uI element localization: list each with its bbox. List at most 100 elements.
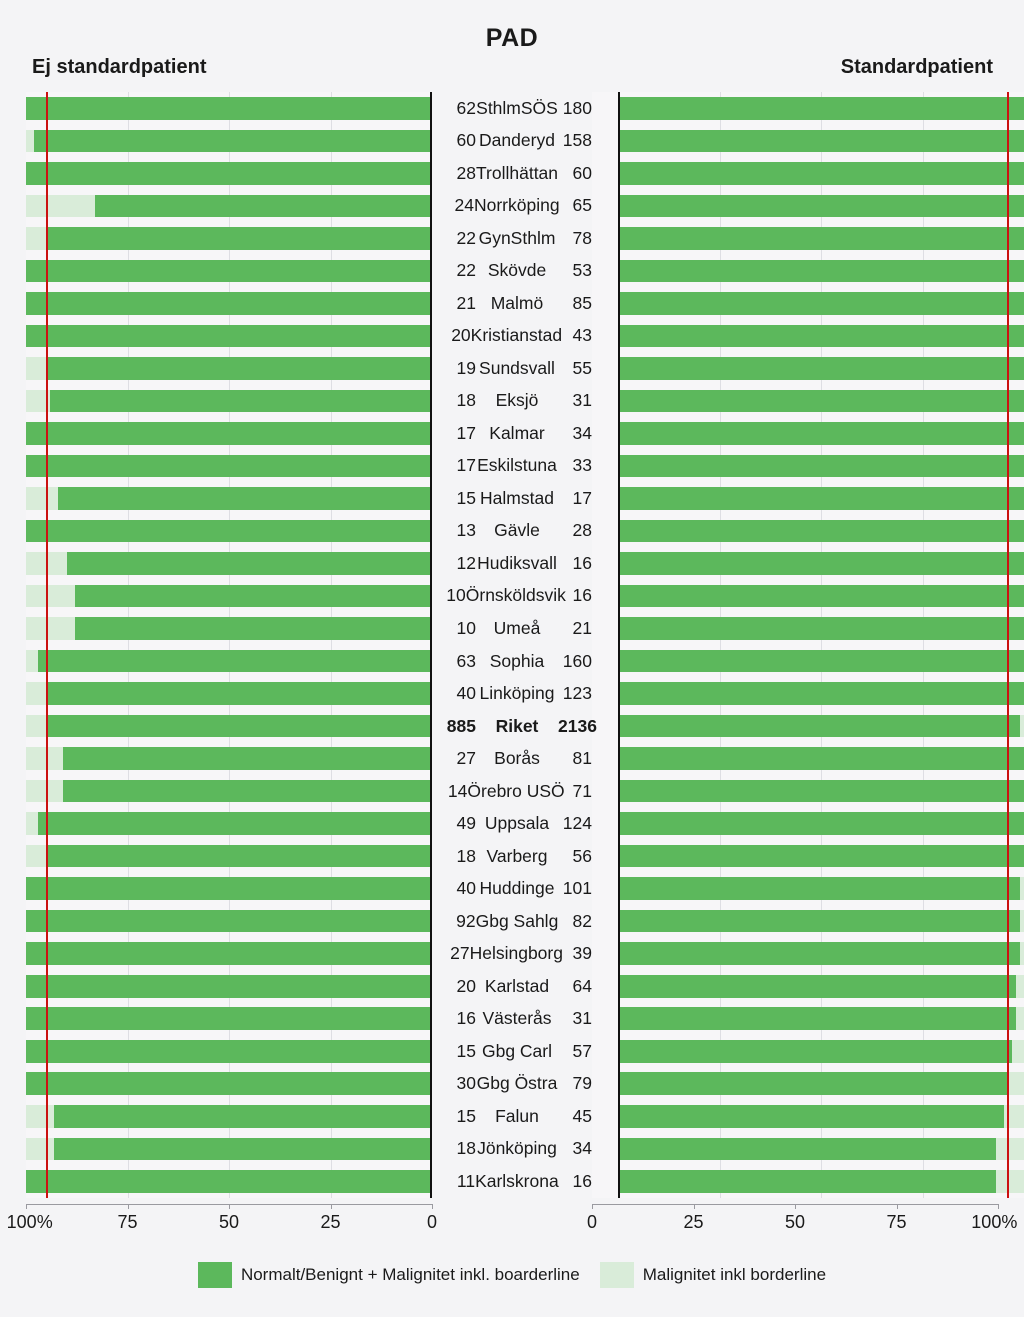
- table-row: 24 Norrköping 65: [0, 189, 1024, 223]
- right-count: 82: [572, 910, 592, 931]
- table-row: 40 Linköping 123: [0, 677, 1024, 710]
- row-name: Norrköping: [473, 195, 560, 216]
- left-bar-cell-malm-: [26, 287, 432, 320]
- reference-line: [1006, 92, 1009, 125]
- axis-border: [430, 904, 432, 938]
- right-bar-cell-falun: [618, 1099, 1024, 1133]
- reference-line: [46, 384, 49, 418]
- left-bar-cell-g-vle: [26, 514, 432, 548]
- reference-line: [1006, 287, 1009, 320]
- axis-border: [618, 1067, 620, 1100]
- bar-segment-normalt-benignt: [38, 649, 432, 673]
- right-bar-cell-link-ping: [618, 677, 1024, 710]
- left-count: 15: [456, 487, 476, 508]
- left-count: 17: [456, 422, 476, 443]
- left-bar-cell-norrk-ping: [26, 189, 432, 223]
- bar-segment-normalt-benignt: [618, 877, 1020, 900]
- reference-line: [46, 677, 49, 710]
- left-bar-cell-karlstad: [26, 969, 432, 1003]
- bar-segment-normalt-benignt: [618, 1007, 1016, 1031]
- reference-line: [46, 709, 49, 743]
- row-labels: 92 Gbg Sahlg 82: [432, 904, 592, 938]
- right-count: 39: [572, 943, 592, 964]
- axis-border: [618, 287, 620, 320]
- left-count: 27: [456, 748, 476, 769]
- row-name: Umeå: [493, 618, 541, 638]
- right-count: 79: [572, 1073, 592, 1094]
- bar-segment-normalt-benignt: [66, 552, 432, 575]
- right-bar-cell-kristianstad: [618, 319, 1024, 353]
- axis-border: [618, 677, 620, 710]
- axis-border: [430, 1099, 432, 1133]
- right-count: 53: [572, 260, 592, 281]
- reference-line: [1006, 1002, 1009, 1035]
- bar-segment-normalt-benignt: [618, 584, 1024, 608]
- reference-line: [1006, 254, 1009, 288]
- left-count: 18: [456, 845, 476, 866]
- bar-segment-normalt-benignt: [26, 1170, 432, 1193]
- axis-tick-label: 100%: [971, 1212, 1018, 1232]
- axis-tick-label: 50: [218, 1212, 240, 1232]
- right-bar-cell-eksj-: [618, 384, 1024, 418]
- left-count: 24: [454, 195, 474, 216]
- axis-border: [430, 774, 432, 808]
- row-labels: 19 Sundsvall 55: [432, 352, 592, 385]
- bar-segment-normalt-benignt: [95, 194, 432, 218]
- table-row: 30 Gbg Östra 79: [0, 1067, 1024, 1100]
- reference-line: [46, 807, 49, 840]
- bar-segment-normalt-benignt: [46, 357, 432, 380]
- left-count: 92: [456, 910, 476, 931]
- reference-line: [1006, 514, 1009, 548]
- right-bar-cell-v-ster-s: [618, 1002, 1024, 1035]
- right-count: 57: [572, 1040, 592, 1061]
- row-name: Hudiksvall: [477, 552, 557, 573]
- row-labels: 63 Sophia 160: [432, 644, 592, 678]
- axis-border: [430, 92, 432, 125]
- reference-line: [46, 189, 49, 223]
- axis-border: [430, 644, 432, 678]
- axis-tick-label: 100%: [6, 1212, 53, 1232]
- reference-line: [46, 92, 49, 125]
- left-bar-cell-riket: [26, 709, 432, 743]
- reference-line: [46, 1034, 49, 1068]
- table-row: 19 Sundsvall 55: [0, 352, 1024, 385]
- legend-label: Normalt/Benignt + Malignitet inkl. board…: [240, 1265, 580, 1284]
- bar-segment-normalt-benignt: [26, 909, 432, 933]
- row-labels: 40 Linköping 123: [432, 677, 592, 710]
- axis-tick: [330, 1204, 332, 1209]
- reference-line: [46, 872, 49, 905]
- row-name: Eskilstuna: [477, 455, 557, 476]
- row-name: Varberg: [486, 845, 548, 866]
- right-bar-cell-huddinge: [618, 872, 1024, 905]
- reference-line: [1006, 579, 1009, 613]
- reference-line: [46, 287, 49, 320]
- reference-line: [1006, 872, 1009, 905]
- row-name: GynSthlm: [478, 227, 556, 248]
- right-count: 78: [572, 227, 592, 248]
- right-count: 31: [572, 390, 592, 411]
- axis-border: [618, 1132, 620, 1166]
- row-name: Malmö: [490, 292, 544, 313]
- legend-label: Malignitet inkl borderline: [642, 1265, 827, 1284]
- reference-line: [46, 579, 49, 613]
- row-labels: 62 SthlmSÖS 180: [432, 92, 592, 125]
- bar-segment-malignitet: [26, 129, 35, 153]
- bar-segment-malignitet: [26, 194, 96, 218]
- table-row: 18 Jönköping 34: [0, 1132, 1024, 1166]
- right-count: 56: [572, 845, 592, 866]
- axis-border: [430, 417, 432, 450]
- reference-line: [1006, 482, 1009, 515]
- table-row: 18 Varberg 56: [0, 839, 1024, 873]
- axis-border: [618, 157, 620, 190]
- right-bar-cell-sthlms-s: [618, 92, 1024, 125]
- table-row: 13 Gävle 28: [0, 514, 1024, 548]
- table-row: 27 Helsingborg 39: [0, 937, 1024, 970]
- row-labels: 18 Varberg 56: [432, 839, 592, 873]
- right-count: 43: [572, 325, 592, 346]
- bar-segment-normalt-benignt: [618, 259, 1024, 283]
- left-count: 22: [456, 260, 476, 281]
- left-count: 20: [451, 325, 471, 346]
- axis-border: [430, 839, 432, 873]
- bar-segment-normalt-benignt: [618, 292, 1024, 315]
- row-labels: 49 Uppsala 124: [432, 807, 592, 840]
